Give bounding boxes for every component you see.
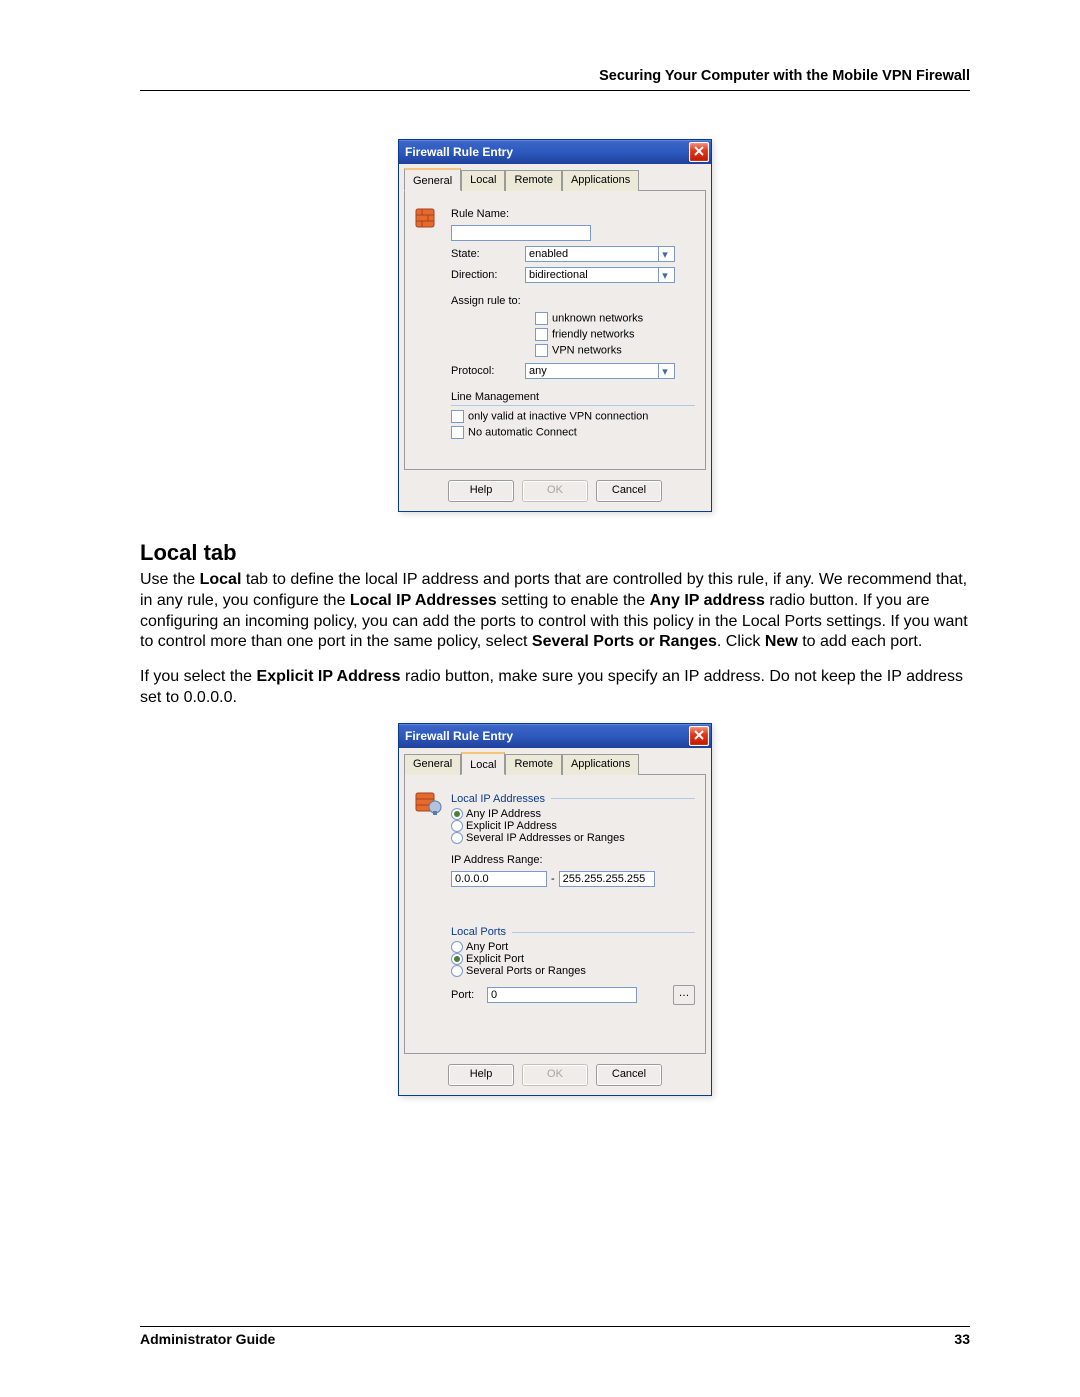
paragraph-2: If you select the Explicit IP Address ra…	[140, 667, 970, 709]
port-label: Port:	[451, 989, 487, 1001]
ok-button[interactable]: OK	[522, 480, 588, 502]
chevron-down-icon: ▾	[658, 247, 671, 261]
unknown-networks-label: unknown networks	[552, 312, 643, 324]
tab-applications[interactable]: Applications	[562, 754, 639, 775]
rule-name-input[interactable]	[451, 225, 591, 241]
window-title: Firewall Rule Entry	[405, 729, 513, 743]
help-button[interactable]: Help	[448, 480, 514, 502]
tab-bar: General Local Remote Applications	[404, 170, 706, 191]
protocol-value: any	[529, 365, 547, 377]
port-input[interactable]	[487, 987, 637, 1003]
title-bar[interactable]: Firewall Rule Entry	[399, 140, 711, 164]
firewall-icon	[415, 787, 443, 818]
state-combo[interactable]: enabled ▾	[525, 246, 675, 262]
any-port-label: Any Port	[466, 941, 508, 953]
state-value: enabled	[529, 248, 568, 260]
tab-local[interactable]: Local	[461, 170, 505, 191]
vpn-networks-checkbox[interactable]	[535, 344, 548, 357]
several-ports-radio[interactable]	[451, 965, 463, 977]
local-ports-legend: Local Ports	[451, 926, 506, 938]
any-ip-radio[interactable]	[451, 808, 463, 820]
tab-general[interactable]: General	[404, 754, 461, 775]
tab-applications[interactable]: Applications	[562, 170, 639, 191]
cancel-button[interactable]: Cancel	[596, 1064, 662, 1086]
ip-range-label: IP Address Range:	[451, 854, 695, 866]
section-heading-local-tab: Local tab	[140, 540, 970, 566]
ok-button[interactable]: OK	[522, 1064, 588, 1086]
protocol-combo[interactable]: any ▾	[525, 363, 675, 379]
protocol-label: Protocol:	[451, 365, 525, 377]
paragraph-1: Use the Local tab to define the local IP…	[140, 570, 970, 653]
cancel-button[interactable]: Cancel	[596, 480, 662, 502]
close-icon[interactable]	[689, 142, 709, 162]
only-valid-checkbox[interactable]	[451, 410, 464, 423]
direction-combo[interactable]: bidirectional ▾	[525, 267, 675, 283]
rule-name-label: Rule Name:	[451, 208, 525, 220]
ip-to-input[interactable]	[559, 871, 655, 887]
vpn-networks-label: VPN networks	[552, 344, 622, 356]
tab-general[interactable]: General	[404, 168, 461, 191]
friendly-networks-label: friendly networks	[552, 328, 635, 340]
window-title: Firewall Rule Entry	[405, 145, 513, 159]
footer-doc-title: Administrator Guide	[140, 1331, 275, 1347]
tab-local[interactable]: Local	[461, 752, 505, 775]
no-auto-checkbox[interactable]	[451, 426, 464, 439]
direction-label: Direction:	[451, 269, 525, 281]
friendly-networks-checkbox[interactable]	[535, 328, 548, 341]
tab-bar: General Local Remote Applications	[404, 754, 706, 775]
port-browse-button[interactable]: …	[673, 985, 695, 1005]
only-valid-label: only valid at inactive VPN connection	[468, 410, 648, 422]
header-rule	[140, 90, 970, 91]
ip-from-input[interactable]	[451, 871, 547, 887]
state-label: State:	[451, 248, 525, 260]
explicit-port-label: Explicit Port	[466, 953, 524, 965]
chapter-header: Securing Your Computer with the Mobile V…	[140, 68, 970, 84]
assign-label: Assign rule to:	[451, 295, 525, 307]
explicit-port-radio[interactable]	[451, 953, 463, 965]
line-management-title: Line Management	[451, 391, 695, 403]
any-port-radio[interactable]	[451, 941, 463, 953]
direction-value: bidirectional	[529, 269, 588, 281]
tab-remote[interactable]: Remote	[505, 754, 562, 775]
close-icon[interactable]	[689, 726, 709, 746]
footer-page-number: 33	[954, 1331, 970, 1347]
unknown-networks-checkbox[interactable]	[535, 312, 548, 325]
local-ip-legend: Local IP Addresses	[451, 793, 545, 805]
firewall-icon	[415, 203, 443, 234]
firewall-rule-dialog-general: Firewall Rule Entry General Local Remote…	[398, 139, 712, 512]
no-auto-label: No automatic Connect	[468, 426, 577, 438]
help-button[interactable]: Help	[448, 1064, 514, 1086]
several-ports-label: Several Ports or Ranges	[466, 965, 586, 977]
title-bar[interactable]: Firewall Rule Entry	[399, 724, 711, 748]
tab-remote[interactable]: Remote	[505, 170, 562, 191]
chevron-down-icon: ▾	[658, 268, 671, 282]
several-ip-label: Several IP Addresses or Ranges	[466, 832, 625, 844]
any-ip-label: Any IP Address	[466, 808, 541, 820]
explicit-ip-label: Explicit IP Address	[466, 820, 557, 832]
several-ip-radio[interactable]	[451, 832, 463, 844]
dash-separator: -	[547, 873, 559, 885]
explicit-ip-radio[interactable]	[451, 820, 463, 832]
firewall-rule-dialog-local: Firewall Rule Entry General Local Remote…	[398, 723, 712, 1096]
chevron-down-icon: ▾	[658, 364, 671, 378]
